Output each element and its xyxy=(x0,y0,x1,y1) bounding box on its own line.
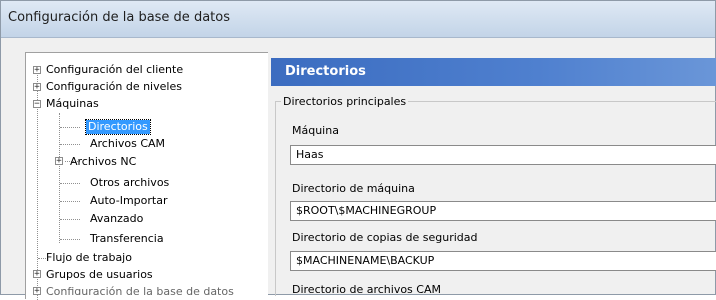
expand-icon[interactable]: + xyxy=(55,157,63,166)
collapse-icon[interactable]: − xyxy=(33,100,41,109)
machine-directory-field[interactable]: $ROOT\$MACHINEGROUP xyxy=(290,201,716,221)
tree-item-auto-import[interactable]: Auto-Importar xyxy=(90,194,167,208)
section-title: Directorios xyxy=(285,64,366,79)
backup-directory-field[interactable]: $MACHINENAME\BACKUP xyxy=(290,251,716,271)
expand-icon[interactable]: + xyxy=(33,66,41,75)
tree-item-directories[interactable]: Directorios xyxy=(85,119,151,135)
tree-item-user-groups[interactable]: Grupos de usuarios xyxy=(46,268,153,282)
tree-item-transfer[interactable]: Transferencia xyxy=(90,232,164,246)
tree-item-workflow[interactable]: Flujo de trabajo xyxy=(46,251,132,265)
tree-item-cam-files[interactable]: Archivos CAM xyxy=(90,137,165,151)
tree-item-level-config[interactable]: Configuración de niveles xyxy=(46,80,182,94)
title-bar[interactable]: Configuración de la base de datos xyxy=(1,1,715,38)
machine-directory-label: Directorio de máquina xyxy=(292,182,415,195)
tree-item-other-files[interactable]: Otros archivos xyxy=(90,176,169,190)
window-title: Configuración de la base de datos xyxy=(8,10,230,25)
tree-item-client-config[interactable]: Configuración del cliente xyxy=(46,63,183,77)
cam-directory-label: Directorio de archivos CAM xyxy=(292,283,441,296)
backup-directory-label: Directorio de copias de seguridad xyxy=(292,231,478,244)
section-header: Directorios xyxy=(271,58,716,86)
tree-item-machines[interactable]: Máquinas xyxy=(46,97,99,111)
expand-icon[interactable]: + xyxy=(33,83,41,92)
expand-icon[interactable]: + xyxy=(33,287,41,296)
group-label: Directorios principales xyxy=(281,95,409,108)
machine-label: Máquina xyxy=(292,124,339,137)
tree-item-advanced[interactable]: Avanzado xyxy=(90,212,143,226)
machine-field[interactable]: Haas xyxy=(290,145,716,165)
tree-item-nc-files[interactable]: Archivos NC xyxy=(70,155,136,169)
expand-icon[interactable]: + xyxy=(33,270,41,279)
tree-item-database-config[interactable]: Configuración de la base de datos xyxy=(46,285,259,295)
